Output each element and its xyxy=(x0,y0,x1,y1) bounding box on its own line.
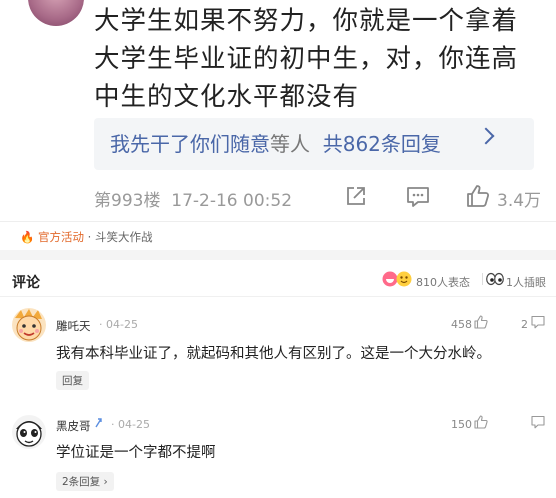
divider xyxy=(0,296,556,297)
comment-date: · 04-25 xyxy=(111,418,150,431)
divider xyxy=(0,221,556,222)
activity-tag: 官方活动 xyxy=(37,230,84,244)
avatar[interactable] xyxy=(12,308,46,342)
thumbs-up-icon[interactable] xyxy=(474,315,488,329)
view-replies-label: 2条回复 xyxy=(62,476,101,488)
comment-author[interactable]: 雕吒天 xyxy=(56,318,91,334)
reply-button[interactable]: 回复 xyxy=(56,371,89,390)
thumbs-up-icon[interactable] xyxy=(466,184,490,208)
reply-preview-mid: 等人 xyxy=(270,132,310,156)
eyes-icon xyxy=(486,272,504,286)
view-replies-button[interactable]: 2条回复 › xyxy=(56,472,114,491)
divider xyxy=(482,273,483,285)
comment-reply-count: 2 xyxy=(521,318,528,331)
floor-number: 第993楼 xyxy=(94,191,161,211)
reaction-count[interactable]: 810人表态 xyxy=(416,274,470,290)
reaction-emoji-icons[interactable] xyxy=(382,270,414,288)
section-separator xyxy=(0,250,556,260)
activity-link[interactable]: 🔥 官方活动 · 斗笑大作战 xyxy=(20,229,152,245)
post-datetime: 17-2-16 00:52 xyxy=(171,191,293,211)
post-meta: 第993楼 17-2-16 00:52 xyxy=(94,186,292,211)
fire-icon: 🔥 xyxy=(20,230,35,244)
post-author-avatar[interactable] xyxy=(28,0,84,26)
comment-like-count: 458 xyxy=(451,318,472,331)
comment-bubble-icon[interactable] xyxy=(531,315,545,329)
comment-text: 我有本科毕业证了，就起码和其他人有区别了。这是一个大分水岭。 xyxy=(56,346,491,362)
post-text: 大学生如果不努力，你就是一个拿着大学生毕业证的初中生，对，你连高中生的文化水平都… xyxy=(94,6,519,112)
cartoon-face-avatar xyxy=(16,421,42,447)
insert-eye-count[interactable]: 1人插眼 xyxy=(506,274,546,290)
chevron-right-icon: › xyxy=(103,476,108,488)
comment-author[interactable]: 黑皮哥 xyxy=(56,418,91,434)
comment-text: 学位证是一个字都不提啊 xyxy=(56,445,216,461)
comment-bubble-icon[interactable] xyxy=(531,415,545,429)
reply-preview-users[interactable]: 我先干了你们随意 xyxy=(110,132,270,156)
reply-preview-box[interactable]: 我先干了你们随意等人 共862条回复 xyxy=(94,118,534,170)
comment-date: · 04-25 xyxy=(99,318,138,331)
reply-preview-text: 我先干了你们随意等人 共862条回复 xyxy=(110,128,441,157)
post-like-count: 3.4万 xyxy=(497,191,542,211)
avatar[interactable] xyxy=(12,415,46,449)
thumbs-up-icon[interactable] xyxy=(474,415,488,429)
chevron-right-icon xyxy=(477,127,495,145)
comments-title: 评论 xyxy=(12,275,40,291)
cartoon-face-avatar xyxy=(15,309,42,341)
comment-icon[interactable] xyxy=(406,186,430,208)
share-icon[interactable] xyxy=(346,186,366,206)
activity-name: · 斗笑大作战 xyxy=(87,230,153,244)
male-gender-icon xyxy=(95,418,102,428)
comment-like-count: 150 xyxy=(451,418,472,431)
reply-count-link[interactable]: 共862条回复 xyxy=(323,132,441,156)
